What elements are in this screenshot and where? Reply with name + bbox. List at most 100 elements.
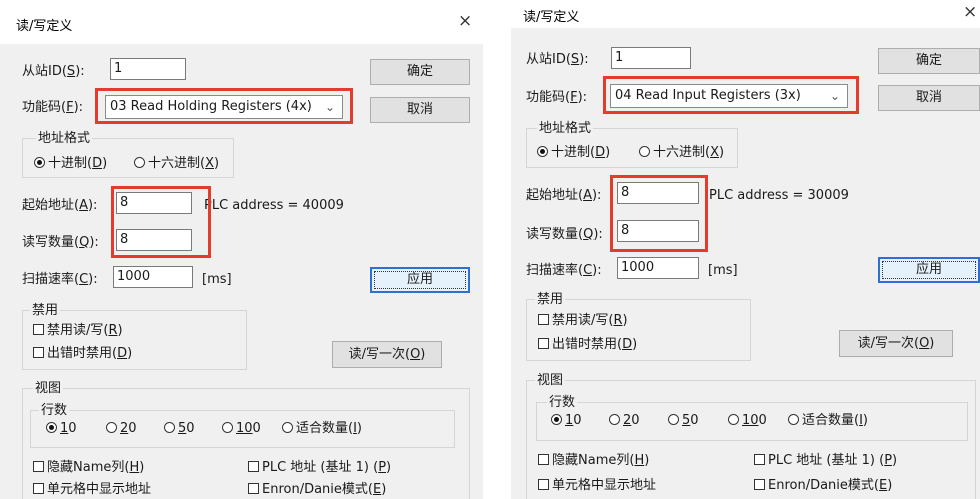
rows-20-radio[interactable]: 20 [609,412,640,430]
disable-rw-checkbox[interactable]: 禁用读/写(R) [538,312,628,330]
radio-icon [728,414,739,425]
function-code-select[interactable]: 04 Read Input Registers (3x) ⌄ [610,84,848,108]
slave-id-label: 从站ID(S): [22,64,85,79]
rows-20-radio[interactable]: 20 [106,420,137,438]
hide-name-column-checkbox[interactable]: 隐藏Name列(H) [33,459,144,477]
ok-button[interactable]: 确定 [878,48,980,74]
checkbox-icon [538,338,549,349]
left-title-bar: 读/写定义 × [0,0,483,44]
ms-unit: [ms] [708,263,738,278]
enron-daniel-mode-checkbox[interactable]: Enron/Danie模式(E) [754,477,892,495]
rows-100-radio[interactable]: 100 [222,420,261,438]
function-code-value: 03 Read Holding Registers (4x) [110,99,312,114]
ms-unit: [ms] [202,272,232,287]
close-icon[interactable]: × [963,4,977,21]
radio-icon [668,414,679,425]
scan-rate-label: 扫描速率(C): [526,263,602,278]
radio-icon [609,414,620,425]
checkbox-icon [33,347,44,358]
hide-name-column-checkbox[interactable]: 隐藏Name列(H) [538,452,649,470]
ok-button[interactable]: 确定 [370,59,470,85]
cancel-button[interactable]: 取消 [878,85,980,111]
scan-rate-input[interactable]: 1000 [617,257,699,279]
chevron-down-icon[interactable]: ⌄ [830,85,840,107]
start-address-input[interactable]: 8 [617,182,699,204]
rows-fit-radio[interactable]: 适合数量(I) [788,412,868,430]
slave-id-input[interactable]: 1 [110,58,186,80]
radio-icon [639,146,650,157]
disable-on-error-checkbox[interactable]: 出错时禁用(D) [538,336,637,354]
function-code-select[interactable]: 03 Read Holding Registers (4x) ⌄ [105,95,343,119]
slave-id-input[interactable]: 1 [611,47,691,69]
hex-radio[interactable]: 十六进制(X) [639,144,724,162]
radio-icon [788,414,799,425]
start-address-label: 起始地址(A): [526,188,602,203]
checkbox-icon [33,483,44,494]
radio-icon [164,422,175,433]
quantity-label: 读写数量(Q): [526,227,603,242]
radio-selected-icon [551,414,562,425]
disable-rw-checkbox[interactable]: 禁用读/写(R) [33,322,123,340]
right-title-bar: 读/写定义 × [511,0,980,28]
hex-radio[interactable]: 十六进制(X) [134,155,219,173]
checkbox-icon [248,461,259,472]
right-dialog-title: 读/写定义 [523,10,580,25]
radio-icon [282,422,293,433]
quantity-input[interactable]: 8 [116,229,192,251]
plc-address-base-checkbox[interactable]: PLC 地址 (基址 1) (P) [248,459,391,477]
show-address-in-cell-checkbox[interactable]: 单元格中显示地址 [538,477,656,495]
left-dialog-title: 读/写定义 [16,19,73,34]
checkbox-icon [538,454,549,465]
checkbox-icon [754,454,765,465]
decimal-radio[interactable]: 十进制(D) [34,155,107,173]
chevron-down-icon[interactable]: ⌄ [325,96,335,118]
address-format-label: 地址格式 [537,120,594,138]
disable-on-error-checkbox[interactable]: 出错时禁用(D) [33,345,132,363]
rows-10-radio[interactable]: 10 [46,420,77,438]
radio-selected-icon [537,146,548,157]
plc-address-readout: PLC address = 40009 [204,198,344,213]
read-write-once-button[interactable]: 读/写一次(O) [332,341,442,368]
address-format-label: 地址格式 [36,130,93,148]
quantity-input[interactable]: 8 [617,220,699,242]
left-dialog: 读/写定义 × 从站ID(S): 1 确定 功能码(F): 03 Read Ho… [0,0,483,499]
rows-50-radio[interactable]: 50 [164,420,195,438]
rows-fit-radio[interactable]: 适合数量(I) [282,420,362,438]
start-address-input[interactable]: 8 [116,192,192,214]
image-divider [483,0,511,499]
view-label: 视图 [33,380,64,398]
radio-icon [222,422,233,433]
rows-10-radio[interactable]: 10 [551,412,582,430]
rows-50-radio[interactable]: 50 [668,412,699,430]
view-label: 视图 [535,372,566,390]
rows-label: 行数 [547,394,578,412]
right-dialog: 读/写定义 × 从站ID(S): 1 确定 功能码(F): 04 Read In… [511,0,980,499]
checkbox-icon [754,479,765,490]
start-address-label: 起始地址(A): [22,198,98,213]
enron-daniel-mode-checkbox[interactable]: Enron/Danie模式(E) [248,481,386,499]
radio-icon [134,157,145,168]
rows-100-radio[interactable]: 100 [728,412,767,430]
radio-selected-icon [46,422,57,433]
rows-label: 行数 [39,402,70,420]
disable-label: 禁用 [30,302,61,320]
function-code-value: 04 Read Input Registers (3x) [615,88,801,103]
disable-label: 禁用 [535,291,566,309]
checkbox-icon [33,324,44,335]
function-code-label: 功能码(F): [22,100,84,115]
radio-icon [106,422,117,433]
checkbox-icon [538,479,549,490]
close-icon[interactable]: × [458,13,472,30]
cancel-button[interactable]: 取消 [370,97,470,123]
radio-selected-icon [34,157,45,168]
apply-button[interactable]: 应用 [370,267,470,293]
checkbox-icon [33,461,44,472]
decimal-radio[interactable]: 十进制(D) [537,144,610,162]
show-address-in-cell-checkbox[interactable]: 单元格中显示地址 [33,481,151,499]
read-write-once-button[interactable]: 读/写一次(O) [839,330,953,357]
scan-rate-input[interactable]: 1000 [113,266,193,288]
apply-button[interactable]: 应用 [878,257,980,283]
checkbox-icon [538,314,549,325]
function-code-label: 功能码(F): [526,90,588,105]
plc-address-base-checkbox[interactable]: PLC 地址 (基址 1) (P) [754,452,897,470]
